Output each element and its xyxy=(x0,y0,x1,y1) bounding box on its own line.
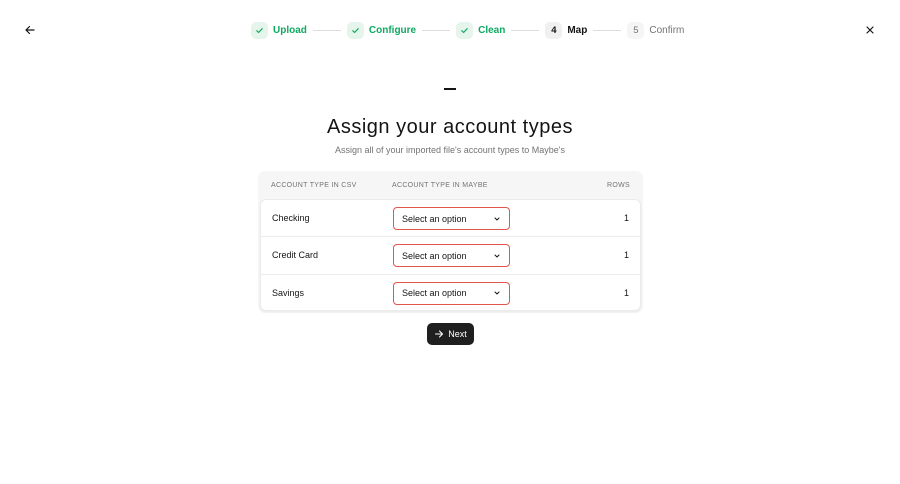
step-connector xyxy=(312,29,341,31)
step-map[interactable]: 4 Map xyxy=(545,21,588,39)
step-label: Upload xyxy=(273,24,307,36)
check-icon xyxy=(256,27,263,33)
import-stepper: Upload Configure Clean 4 Map 5 Confirm xyxy=(251,20,684,40)
check-icon xyxy=(352,27,359,33)
step-label: Configure xyxy=(368,24,417,36)
next-button[interactable]: Next xyxy=(427,323,474,345)
account-type-table: Account type in CSV Account type in Mayb… xyxy=(258,171,643,313)
check-icon xyxy=(461,27,468,33)
account-type-select[interactable]: Select an option xyxy=(393,207,510,230)
table-body: Checking Select an option 1 Credit Card … xyxy=(260,199,641,311)
chevron-down-icon xyxy=(494,291,500,295)
step-configure[interactable]: Configure xyxy=(346,21,417,39)
step-check-badge xyxy=(346,21,364,39)
step-number-badge: 5 xyxy=(627,21,645,39)
step-label: Map xyxy=(567,24,588,36)
dash-mark xyxy=(444,88,456,90)
step-connector xyxy=(422,29,451,31)
next-button-label: Next xyxy=(448,329,467,339)
account-type-select[interactable]: Select an option xyxy=(393,281,510,305)
step-label: Clean xyxy=(478,24,506,36)
select-value: Select an option xyxy=(402,213,467,224)
select-value: Select an option xyxy=(402,288,467,299)
step-connector xyxy=(511,29,540,31)
step-clean[interactable]: Clean xyxy=(456,21,506,39)
close-icon xyxy=(866,26,874,34)
back-button[interactable] xyxy=(20,20,40,40)
step-confirm[interactable]: 5 Confirm xyxy=(627,21,685,39)
row-count: 1 xyxy=(623,288,629,299)
column-header-rows: Rows xyxy=(607,181,630,189)
step-connector xyxy=(593,29,622,31)
page-subtitle: Assign all of your imported file's accou… xyxy=(334,145,566,155)
page-title: Assign your account types xyxy=(327,116,573,138)
arrow-right-icon xyxy=(435,330,444,338)
row-count: 1 xyxy=(623,250,629,261)
csv-account-type: Savings xyxy=(272,288,305,299)
column-header-maybe: Account type in Maybe xyxy=(392,181,488,189)
step-upload[interactable]: Upload xyxy=(251,21,307,39)
step-check-badge xyxy=(456,21,474,39)
csv-account-type: Credit Card xyxy=(272,250,319,261)
close-button[interactable] xyxy=(860,20,880,40)
column-header-csv: Account type in CSV xyxy=(271,181,357,189)
table-row: Checking Select an option 1 xyxy=(261,200,640,238)
chevron-down-icon xyxy=(494,217,500,220)
table-row: Savings Select an option 1 xyxy=(261,275,640,312)
step-number-badge: 4 xyxy=(545,21,563,39)
arrow-left-icon xyxy=(25,25,35,35)
step-check-badge xyxy=(251,21,268,39)
csv-account-type: Checking xyxy=(272,213,310,224)
row-count: 1 xyxy=(623,213,629,224)
select-value: Select an option xyxy=(402,250,467,261)
table-row: Credit Card Select an option 1 xyxy=(261,237,640,275)
table-header: Account type in CSV Account type in Mayb… xyxy=(260,171,641,199)
import-map-page: Upload Configure Clean 4 Map 5 Confirm A… xyxy=(0,0,900,484)
step-label: Confirm xyxy=(649,24,685,36)
account-type-select[interactable]: Select an option xyxy=(393,244,510,268)
chevron-down-icon xyxy=(494,254,500,258)
